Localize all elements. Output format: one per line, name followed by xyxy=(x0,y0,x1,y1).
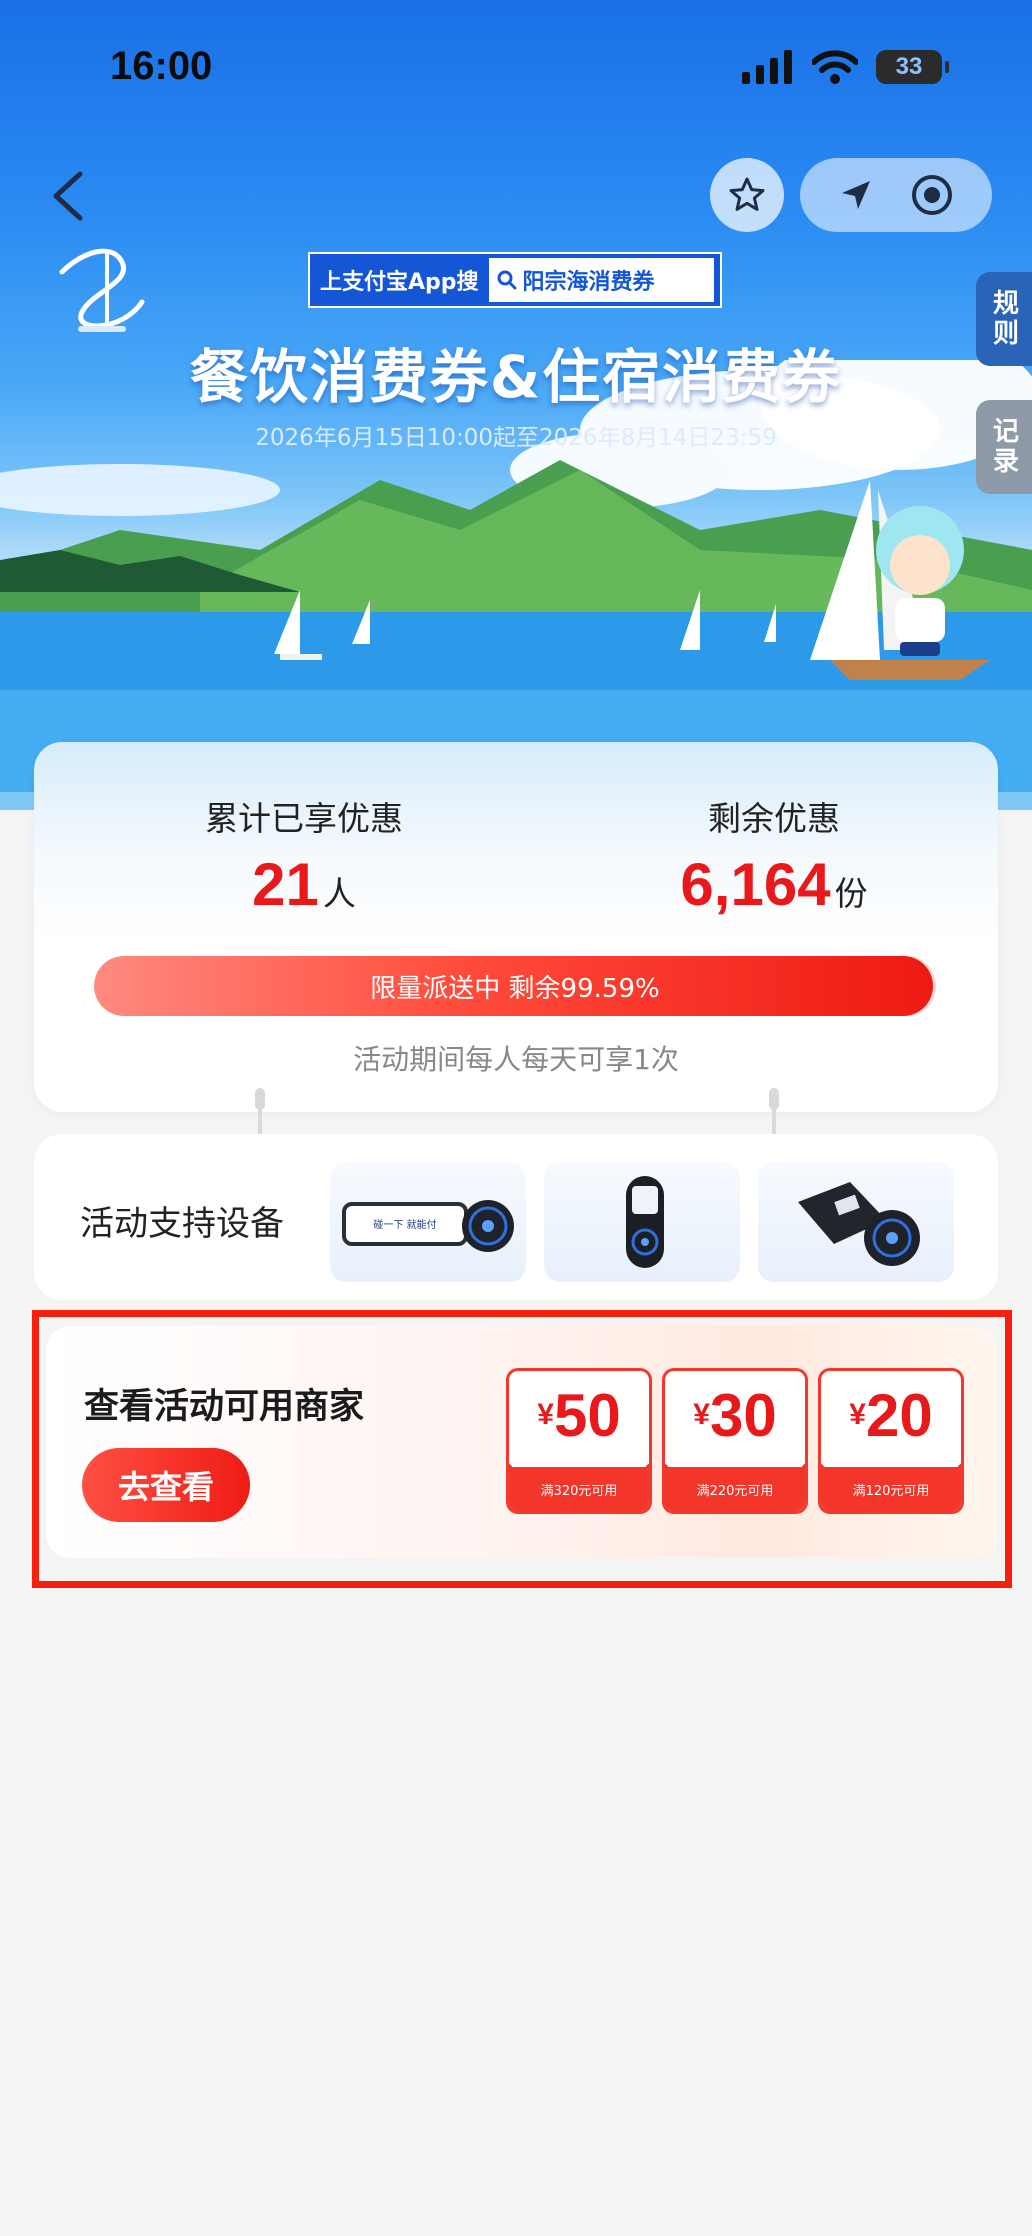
devices-label: 活动支持设备 xyxy=(80,1204,284,1244)
cellular-signal-icon xyxy=(742,50,792,84)
remaining-count: 6,164 xyxy=(680,851,831,918)
rules-tab[interactable]: 规则 xyxy=(976,272,1032,366)
battery-icon: 33 xyxy=(876,50,949,84)
remaining-stat: 剩余优惠 6,164 份 xyxy=(624,792,924,919)
search-keyword-box: 阳宗海消费券 xyxy=(488,258,714,302)
alipay-search-tag: 上支付宝App搜 阳宗海消费券 xyxy=(308,252,722,308)
device-screen-text: 碰一下 就能付 xyxy=(373,1218,436,1231)
remaining-label: 剩余优惠 xyxy=(708,799,840,838)
favorite-button[interactable] xyxy=(710,158,784,232)
location-share-icon[interactable] xyxy=(838,177,874,213)
yangzonghai-logo xyxy=(59,248,145,332)
tower-terminal-illustration xyxy=(626,1176,664,1268)
search-hint: 上支付宝App搜 xyxy=(320,270,479,295)
keypad-terminal-illustration xyxy=(798,1182,920,1266)
miniapp-capsule xyxy=(800,158,992,232)
device-tower-terminal xyxy=(544,1162,740,1282)
enjoyed-count: 21 xyxy=(252,851,319,918)
per-person-limit-note: 活动期间每人每天可享1次 xyxy=(353,1043,679,1076)
status-time: 16:00 xyxy=(110,44,213,88)
enjoyed-unit: 人 xyxy=(322,874,356,913)
activity-date-range: 2026年6月15日10:00起至2026年8月14日23:59 xyxy=(255,425,777,451)
status-icons: 33 xyxy=(742,50,949,84)
highlight-annotation-box xyxy=(32,1310,1012,1588)
supported-devices-card: 活动支持设备 碰一下 就能付 xyxy=(34,1134,998,1300)
close-miniapp-icon[interactable] xyxy=(910,173,954,217)
device-countertop-terminal: 碰一下 就能付 xyxy=(330,1162,526,1282)
search-keyword: 阳宗海消费券 xyxy=(522,270,655,295)
enjoyed-label: 累计已享优惠 xyxy=(205,799,403,838)
wifi-icon xyxy=(812,50,858,84)
star-icon xyxy=(729,177,765,211)
remaining-unit: 份 xyxy=(834,874,868,913)
stats-card: 累计已享优惠 21 人 剩余优惠 6,164 份 限量派送中 剩余99.59% 活动… xyxy=(34,742,998,1112)
back-arrow-icon[interactable] xyxy=(44,168,94,224)
device-keypad-terminal xyxy=(758,1162,954,1282)
pos-terminal-illustration: 碰一下 就能付 xyxy=(342,1200,514,1252)
remaining-progress-bar: 限量派送中 剩余99.59% xyxy=(94,956,936,1016)
progress-text: 限量派送中 剩余99.59% xyxy=(370,973,660,1004)
records-tab[interactable]: 记录 xyxy=(976,400,1032,494)
search-icon xyxy=(497,270,517,290)
page-title: 餐饮消费券&住宿消费券 xyxy=(189,343,843,411)
enjoyed-stat: 累计已享优惠 21 人 xyxy=(154,792,454,919)
